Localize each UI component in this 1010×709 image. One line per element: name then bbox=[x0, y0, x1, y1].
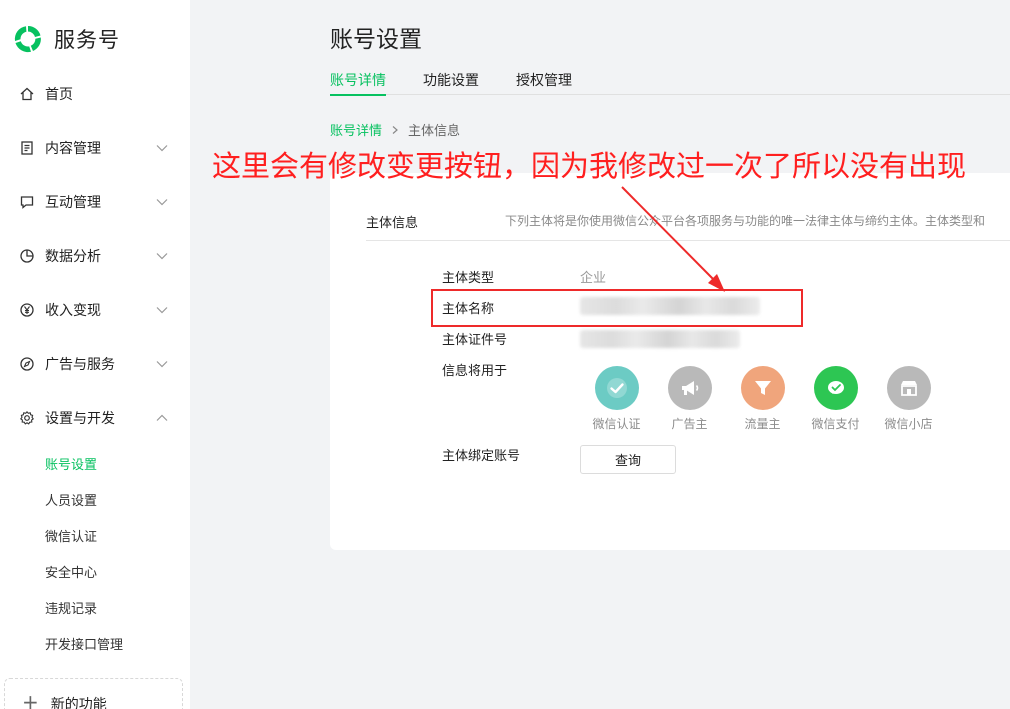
use-icon-circle bbox=[740, 366, 785, 410]
document-icon bbox=[19, 140, 35, 156]
chevron-up-icon bbox=[156, 414, 168, 421]
megaphone-icon bbox=[681, 381, 698, 395]
section-description: 下列主体将是你使用微信公众平台各项服务与功能的唯一法律主体与缔约主体。主体类型和 bbox=[505, 214, 986, 228]
use-icon-circle bbox=[667, 366, 712, 410]
tab-bar: 账号详情 功能设置 授权管理 bbox=[330, 62, 1010, 96]
section-title: 主体信息 bbox=[366, 216, 419, 231]
subnav-item-dev-api[interactable]: 开发接口管理 bbox=[45, 625, 190, 661]
use-icon-circle bbox=[594, 366, 639, 410]
use-icon-circle bbox=[886, 366, 931, 410]
breadcrumb-parent[interactable]: 账号详情 bbox=[330, 120, 382, 139]
subnav-item-violation-records[interactable]: 违规记录 bbox=[45, 589, 190, 625]
sidebar-item-label: 数据分析 bbox=[45, 249, 101, 265]
sidebar-item-settings[interactable]: 设置与开发 bbox=[0, 391, 190, 445]
query-button[interactable]: 查询 bbox=[580, 445, 676, 474]
card-header: 主体信息 下列主体将是你使用微信公众平台各项服务与功能的唯一法律主体与缔约主体。… bbox=[366, 209, 1010, 241]
sidebar-item-monetization[interactable]: 收入变现 bbox=[0, 283, 190, 337]
sidebar-item-home[interactable]: 首页 bbox=[0, 67, 190, 121]
brand-name: 服务号 bbox=[54, 28, 120, 52]
chevron-right-icon bbox=[392, 125, 398, 134]
compass-icon bbox=[19, 356, 35, 372]
chevron-down-icon bbox=[156, 199, 168, 206]
sidebar-item-label: 收入变现 bbox=[45, 303, 101, 319]
sidebar-item-analytics[interactable]: 数据分析 bbox=[0, 229, 190, 283]
uses-list: 微信认证 广告主 流量主 微信支付 微信小店 bbox=[580, 366, 945, 432]
subnav-item-wechat-verification[interactable]: 微信认证 bbox=[45, 517, 190, 553]
use-label: 广告主 bbox=[671, 417, 708, 431]
sidebar-item-label: 首页 bbox=[45, 87, 73, 103]
chevron-down-icon bbox=[156, 307, 168, 314]
sidebar-nav: 首页 内容管理 互动管理 数据分析 收入变现 广告与服务 设置与开发 账号设置 … bbox=[0, 67, 190, 661]
page-title: 账号设置 bbox=[330, 27, 422, 53]
settings-subnav: 账号设置 人员设置 微信认证 安全中心 违规记录 开发接口管理 bbox=[0, 445, 190, 661]
bound-accounts-label: 主体绑定账号 bbox=[442, 449, 521, 464]
subnav-item-security-center[interactable]: 安全中心 bbox=[45, 553, 190, 589]
use-wechat-verification[interactable]: 微信认证 bbox=[580, 366, 653, 432]
use-label: 微信支付 bbox=[811, 417, 860, 431]
entity-id-label: 主体证件号 bbox=[442, 333, 508, 348]
use-icon-circle bbox=[813, 366, 858, 410]
use-advertiser[interactable]: 广告主 bbox=[653, 366, 726, 432]
sidebar-item-label: 设置与开发 bbox=[45, 411, 115, 427]
tab-account-details[interactable]: 账号详情 bbox=[330, 62, 386, 96]
use-wechat-store[interactable]: 微信小店 bbox=[872, 366, 945, 432]
tab-authorization[interactable]: 授权管理 bbox=[516, 62, 572, 95]
subnav-item-staff-settings[interactable]: 人员设置 bbox=[45, 481, 190, 517]
entity-id-redacted bbox=[580, 330, 740, 348]
breadcrumb: 账号详情 主体信息 bbox=[330, 120, 460, 139]
subnav-item-account-settings[interactable]: 账号设置 bbox=[45, 445, 190, 481]
sidebar-item-label: 内容管理 bbox=[45, 141, 101, 157]
sidebar-item-label: 互动管理 bbox=[45, 195, 101, 211]
plus-icon: + bbox=[22, 690, 39, 709]
check-icon bbox=[606, 378, 627, 398]
sidebar-item-content[interactable]: 内容管理 bbox=[0, 121, 190, 175]
funnel-icon bbox=[754, 381, 771, 395]
chevron-down-icon bbox=[156, 145, 168, 152]
entity-type-label: 主体类型 bbox=[442, 271, 495, 286]
pie-chart-icon bbox=[19, 248, 35, 264]
new-feature-button[interactable]: + 新的功能 bbox=[4, 678, 183, 709]
tab-feature-settings[interactable]: 功能设置 bbox=[423, 62, 479, 95]
sidebar: 服务号 首页 内容管理 互动管理 数据分析 收入变现 广告与服务 设置与开发 账… bbox=[0, 0, 190, 709]
sidebar-item-label: 广告与服务 bbox=[45, 357, 115, 373]
entity-info-card: 主体信息 下列主体将是你使用微信公众平台各项服务与功能的唯一法律主体与缔约主体。… bbox=[330, 173, 1010, 550]
brand[interactable]: 服务号 bbox=[12, 22, 120, 56]
new-feature-label: 新的功能 bbox=[50, 697, 107, 709]
use-wechat-pay[interactable]: 微信支付 bbox=[799, 366, 872, 432]
sidebar-item-ads[interactable]: 广告与服务 bbox=[0, 337, 190, 391]
store-icon bbox=[900, 381, 917, 396]
highlight-box bbox=[431, 289, 803, 327]
use-label: 流量主 bbox=[744, 417, 781, 431]
wechat-service-logo-icon bbox=[14, 26, 41, 53]
home-icon bbox=[19, 86, 35, 102]
chevron-down-icon bbox=[156, 253, 168, 260]
use-label: 微信认证 bbox=[592, 417, 641, 431]
use-label: 微信小店 bbox=[884, 417, 933, 431]
entity-type-value: 企业 bbox=[580, 271, 607, 286]
wechat-pay-icon bbox=[827, 381, 844, 394]
sidebar-item-interaction[interactable]: 互动管理 bbox=[0, 175, 190, 229]
yen-icon bbox=[19, 302, 35, 318]
uses-label: 信息将用于 bbox=[442, 364, 508, 379]
gear-icon bbox=[19, 410, 35, 426]
chat-icon bbox=[19, 194, 35, 210]
chevron-down-icon bbox=[156, 361, 168, 368]
use-traffic-owner[interactable]: 流量主 bbox=[726, 366, 799, 432]
breadcrumb-current: 主体信息 bbox=[408, 124, 461, 139]
annotation-text: 这里会有修改变更按钮，因为我修改过一次了所以没有出现 bbox=[212, 149, 967, 183]
